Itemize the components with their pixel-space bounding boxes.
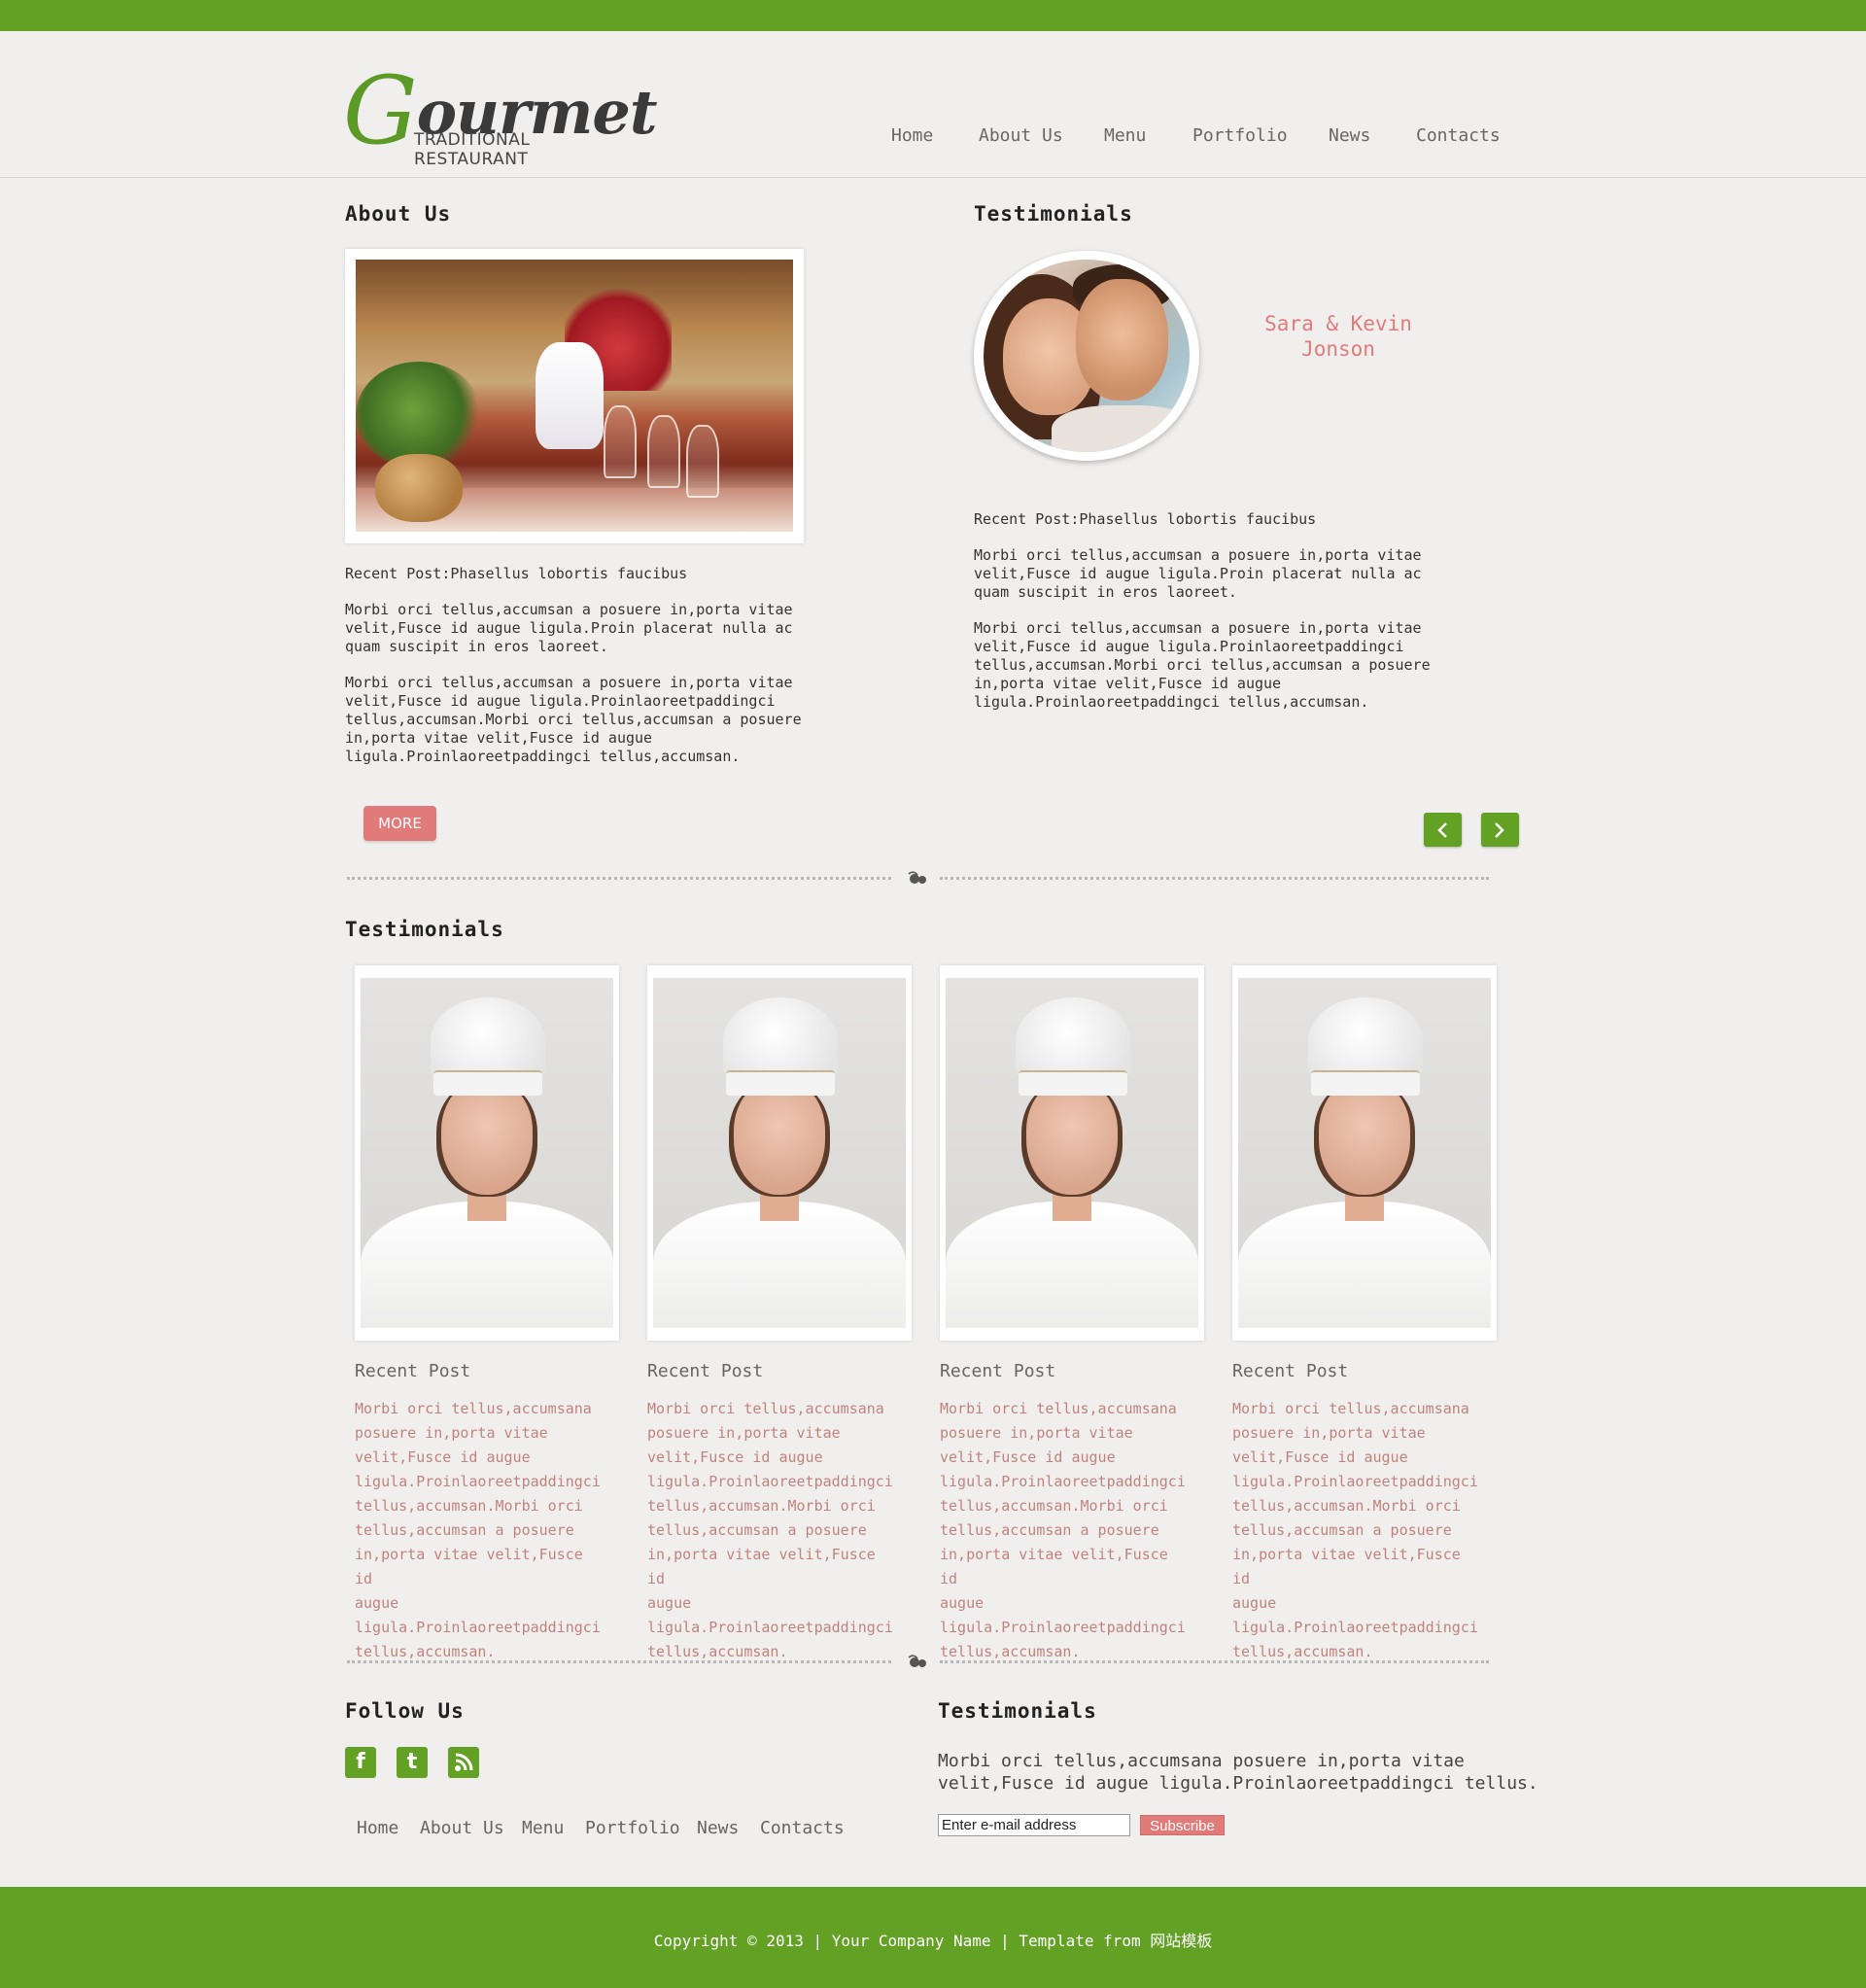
main-nav: Home About Us Menu Portfolio News Contac…	[0, 125, 1866, 149]
about-text: Recent Post:Phasellus lobortis faucibus …	[345, 565, 812, 784]
next-button[interactable]	[1481, 813, 1519, 847]
section-divider	[347, 870, 1489, 886]
nav-portfolio[interactable]: Portfolio	[1192, 125, 1288, 146]
testimonials-grid-title: Testimonials	[345, 918, 504, 941]
chef-photo	[946, 978, 1198, 1328]
subscribe-button[interactable]: Subscribe	[1140, 1815, 1225, 1835]
site-header: Gourmet TRADITIONAL RESTAURANT Home Abou…	[0, 31, 1866, 178]
more-button[interactable]: MORE	[363, 806, 436, 841]
testimonial-author: Sara & Kevin Jonson	[1264, 312, 1412, 361]
footer-nav-about-us[interactable]: About Us	[420, 1818, 504, 1838]
newsletter-title: Testimonials	[938, 1699, 1097, 1723]
testimonial-paragraph-2: Morbi orci tellus,accumsan a posuere in,…	[974, 619, 1431, 711]
chef-photo-frame	[647, 965, 912, 1341]
twitter-icon[interactable]: t	[397, 1747, 428, 1778]
ornament-icon	[908, 1655, 926, 1667]
about-title: About Us	[345, 202, 452, 226]
card-title: Recent Post	[1232, 1361, 1349, 1381]
rss-icon[interactable]	[448, 1747, 479, 1778]
about-recent-post: Recent Post:Phasellus lobortis faucibus	[345, 565, 688, 582]
top-accent-bar	[0, 0, 1866, 31]
nav-contacts[interactable]: Contacts	[1416, 125, 1501, 146]
copyright-text: Copyright © 2013 | Your Company Name | T…	[653, 1932, 1213, 1950]
card-text: Morbi orci tellus,accumsana posuere in,p…	[1232, 1400, 1478, 1660]
card-text: Morbi orci tellus,accumsana posuere in,p…	[355, 1400, 601, 1660]
restaurant-table-image	[356, 260, 793, 532]
testimonial-text: Recent Post:Phasellus lobortis faucibus …	[974, 510, 1440, 729]
newsletter-text: Morbi orci tellus,accumsana posuere in,p…	[938, 1751, 1538, 1794]
testimonial-recent-post: Recent Post:Phasellus lobortis faucibus	[974, 510, 1317, 528]
card-title: Recent Post	[355, 1361, 471, 1381]
testimonials-title: Testimonials	[974, 202, 1133, 226]
chef-photo	[361, 978, 613, 1328]
footer-nav-portfolio[interactable]: Portfolio	[585, 1818, 680, 1838]
nav-about-us[interactable]: About Us	[979, 125, 1063, 146]
footer-nav-menu[interactable]: Menu	[522, 1818, 564, 1838]
ornament-icon	[908, 871, 926, 884]
facebook-icon[interactable]: f	[345, 1747, 376, 1778]
chef-photo	[1238, 978, 1491, 1328]
prev-button[interactable]	[1424, 813, 1462, 847]
chef-photo-frame	[940, 965, 1204, 1341]
footer-nav-contacts[interactable]: Contacts	[760, 1818, 845, 1838]
card-text: Morbi orci tellus,accumsana posuere in,p…	[940, 1400, 1186, 1660]
card-title: Recent Post	[647, 1361, 764, 1381]
site-footer: Copyright © 2013 | Your Company Name | T…	[0, 1887, 1866, 1988]
about-image-frame	[345, 249, 804, 543]
follow-title: Follow Us	[345, 1699, 465, 1723]
about-paragraph-2: Morbi orci tellus,accumsan a posuere in,…	[345, 674, 802, 765]
testimonial-paragraph-1: Morbi orci tellus,accumsan a posuere in,…	[974, 546, 1422, 601]
nav-home[interactable]: Home	[891, 125, 933, 146]
section-divider	[347, 1654, 1489, 1669]
chef-photo-frame	[1232, 965, 1497, 1341]
nav-menu[interactable]: Menu	[1104, 125, 1146, 146]
chevron-right-icon	[1495, 822, 1504, 838]
couple-avatar	[974, 251, 1199, 461]
card-text: Morbi orci tellus,accumsana posuere in,p…	[647, 1400, 893, 1660]
chef-photo	[653, 978, 906, 1328]
card-title: Recent Post	[940, 1361, 1056, 1381]
chef-photo-frame	[355, 965, 619, 1341]
chevron-left-icon	[1437, 822, 1447, 838]
about-paragraph-1: Morbi orci tellus,accumsan a posuere in,…	[345, 601, 793, 655]
footer-nav-home[interactable]: Home	[357, 1818, 398, 1838]
nav-news[interactable]: News	[1329, 125, 1370, 146]
footer-nav-news[interactable]: News	[697, 1818, 739, 1838]
email-field[interactable]	[938, 1814, 1130, 1836]
